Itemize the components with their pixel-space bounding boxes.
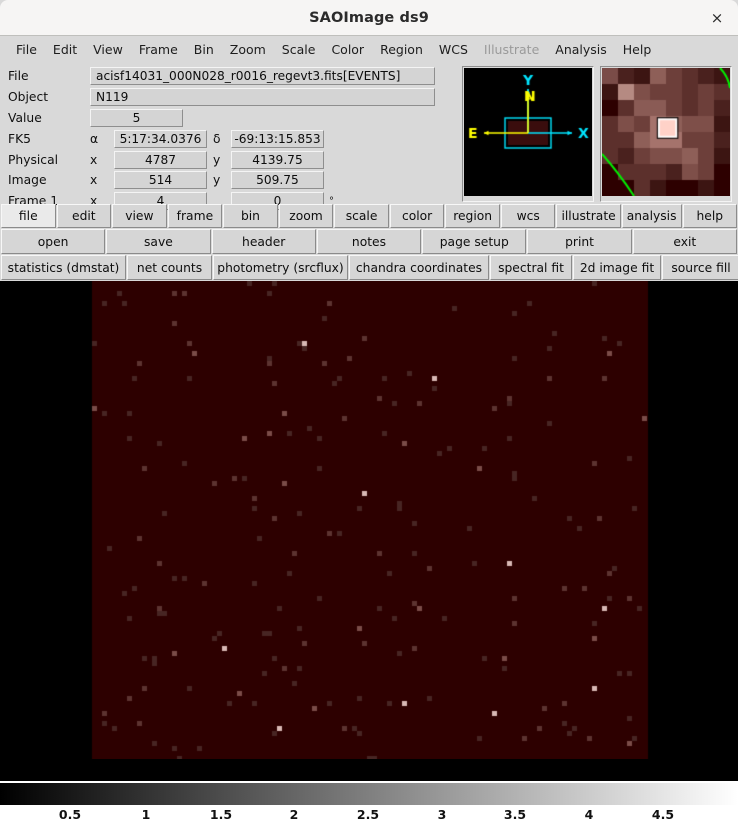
btn-scale[interactable]: scale: [334, 204, 389, 228]
btn-edit[interactable]: edit: [56, 204, 112, 228]
menu-frame[interactable]: Frame: [131, 40, 186, 59]
menu-help[interactable]: Help: [615, 40, 660, 59]
colorbar-tick: 3: [437, 807, 447, 822]
btn-view[interactable]: view: [112, 204, 167, 228]
panner[interactable]: [464, 68, 592, 196]
colorbar-tick: 2: [289, 807, 299, 822]
btn-chandra-coordinates[interactable]: chandra coordinates: [349, 255, 489, 280]
btn-source-fill[interactable]: source fill: [662, 255, 738, 280]
file-label: File: [8, 69, 29, 84]
menu-scale[interactable]: Scale: [274, 40, 324, 59]
physical-x-symbol: x: [90, 152, 98, 167]
btn-statistics-dmstat[interactable]: statistics (dmstat): [1, 255, 126, 280]
menu-file[interactable]: File: [8, 40, 45, 59]
image-label: Image: [8, 173, 47, 188]
info-row-value: Value 5: [4, 108, 462, 129]
btn-wcs[interactable]: wcs: [500, 204, 556, 228]
window-titlebar: SAOImage ds9 ×: [0, 0, 738, 36]
physical-y-symbol: y: [213, 152, 221, 167]
fits-image-canvas[interactable]: [0, 281, 738, 759]
colorbar-tick: 1: [141, 807, 151, 822]
object-label: Object: [8, 90, 49, 105]
colorbar-area: 0.5 1 1.5 2 2.5 3 3.5 4 4.5: [0, 781, 738, 828]
btn-illustrate[interactable]: illustrate: [556, 204, 621, 228]
btn-color[interactable]: color: [389, 204, 445, 228]
fk5-delta-value[interactable]: -69:13:15.853: [231, 129, 324, 148]
btn-help[interactable]: help: [682, 204, 738, 228]
info-row-fk5: FK5 α 5:17:34.0376 δ -69:13:15.853: [4, 128, 462, 149]
btn-save[interactable]: save: [106, 229, 211, 254]
physical-y-value[interactable]: 4139.75: [231, 150, 324, 169]
image-y-symbol: y: [213, 173, 221, 188]
btn-frame[interactable]: frame: [167, 204, 223, 228]
close-icon[interactable]: ×: [706, 7, 728, 29]
menu-bin[interactable]: Bin: [186, 40, 222, 59]
physical-label: Physical: [8, 152, 59, 167]
object-value[interactable]: N119: [90, 88, 435, 107]
menu-zoom[interactable]: Zoom: [222, 40, 274, 59]
colorbar-gradient[interactable]: [0, 783, 738, 805]
info-panel: File acisf14031_000N028_r0016_regevt3.fi…: [0, 63, 738, 211]
window-title: SAOImage ds9: [309, 9, 429, 26]
value-label: Value: [8, 110, 42, 125]
fk5-label: FK5: [8, 131, 31, 146]
info-row-image: Image x 514 y 509.75: [4, 170, 462, 191]
btn-file[interactable]: file: [1, 204, 56, 228]
pixel-value[interactable]: 5: [90, 108, 183, 127]
btn-net-counts[interactable]: net counts: [127, 255, 212, 280]
btn-open[interactable]: open: [1, 229, 106, 254]
colorbar-tick: 1.5: [209, 807, 233, 822]
btn-print[interactable]: print: [527, 229, 632, 254]
menubar: File Edit View Frame Bin Zoom Scale Color Region…: [0, 36, 738, 63]
menu-region[interactable]: Region: [372, 40, 431, 59]
image-display-area[interactable]: [0, 281, 738, 781]
menu-illustrate: Illustrate: [483, 41, 540, 57]
btn-2d-image-fit[interactable]: 2d image fit: [573, 255, 661, 280]
btn-notes[interactable]: notes: [316, 229, 422, 254]
delta-symbol: δ: [213, 131, 221, 146]
colorbar-tick-labels: 0.5 1 1.5 2 2.5 3 3.5 4 4.5: [0, 805, 738, 827]
btn-header[interactable]: header: [211, 229, 316, 254]
btn-bin[interactable]: bin: [223, 204, 278, 228]
file-value[interactable]: acisf14031_000N028_r0016_regevt3.fits[EV…: [90, 67, 435, 86]
button-row-analysis-tasks: statistics (dmstat) net counts photometry …: [0, 255, 738, 280]
colorbar-tick: 4.5: [651, 807, 675, 822]
btn-region[interactable]: region: [445, 204, 500, 228]
btn-page-setup[interactable]: page setup: [422, 229, 527, 254]
menu-analysis[interactable]: Analysis: [547, 40, 615, 59]
colorbar-tick: 0.5: [58, 807, 82, 822]
colorbar-tick: 3.5: [503, 807, 527, 822]
fk5-alpha-value[interactable]: 5:17:34.0376: [114, 129, 207, 148]
info-row-file: File acisf14031_000N028_r0016_regevt3.fi…: [4, 66, 462, 87]
magnifier[interactable]: [602, 68, 730, 196]
btn-analysis[interactable]: analysis: [621, 204, 682, 228]
info-row-physical: Physical x 4787 y 4139.75: [4, 149, 462, 170]
alpha-symbol: α: [90, 131, 99, 146]
image-x-symbol: x: [90, 173, 98, 188]
info-row-object: Object N119: [4, 87, 462, 108]
ds9-window: SAOImage ds9 × File Edit View Frame Bin Zoom S…: [0, 0, 738, 828]
colorbar-tick: 4: [584, 807, 594, 822]
btn-exit[interactable]: exit: [632, 229, 737, 254]
panner-frame: [462, 66, 594, 202]
image-x-value[interactable]: 514: [114, 171, 207, 190]
menu-color[interactable]: Color: [323, 40, 372, 59]
btn-spectral-fit[interactable]: spectral fit: [490, 255, 572, 280]
menu-view[interactable]: View: [85, 40, 131, 59]
magnifier-frame: [600, 66, 732, 202]
image-y-value[interactable]: 509.75: [231, 171, 324, 190]
panner-magnifier-group: [462, 66, 735, 202]
btn-zoom[interactable]: zoom: [278, 204, 334, 228]
info-fields: File acisf14031_000N028_r0016_regevt3.fi…: [0, 66, 462, 211]
colorbar-tick: 2.5: [356, 807, 380, 822]
menu-edit[interactable]: Edit: [45, 40, 85, 59]
btn-photometry-srcflux[interactable]: photometry (srcflux): [213, 255, 348, 280]
menu-wcs[interactable]: WCS: [431, 40, 476, 59]
button-row-file-actions: open save header notes page setup print exit: [0, 229, 738, 254]
physical-x-value[interactable]: 4787: [114, 150, 207, 169]
button-row-categories: file edit view frame bin zoom scale color region…: [0, 204, 738, 228]
